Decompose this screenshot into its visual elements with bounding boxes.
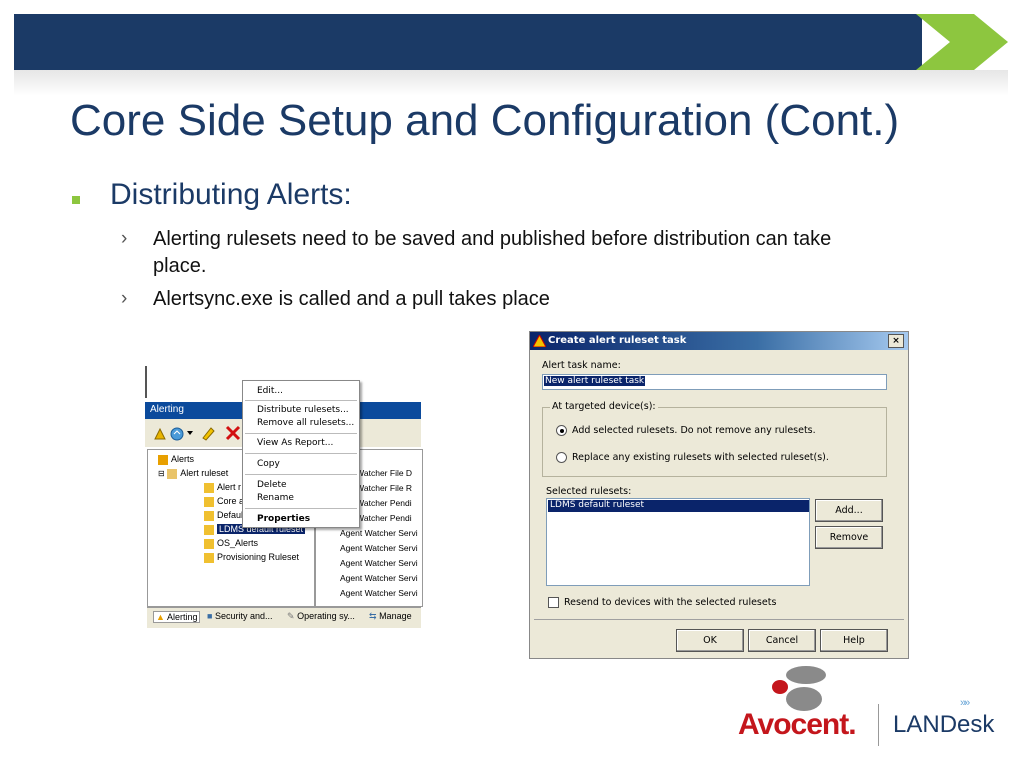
alerting-panel-title: Alerting	[150, 404, 184, 415]
menu-separator	[245, 508, 357, 509]
list-item[interactable]: Agent Watcher Servi	[340, 528, 418, 538]
collapse-toggle-icon[interactable]: ⊟	[158, 469, 165, 478]
menu-separator	[245, 400, 357, 401]
console-divider	[145, 366, 147, 398]
security-tab-icon: ■	[207, 611, 213, 621]
menu-separator	[245, 453, 357, 454]
console-tab-bar: ▲ Alerting ■ Security and... ✎ Operating…	[147, 607, 421, 628]
dropdown-arrow-icon[interactable]	[187, 430, 193, 436]
tab-alerting[interactable]: ▲ Alerting	[153, 611, 201, 623]
ruleset-icon	[204, 538, 214, 549]
ruleset-icon	[204, 524, 214, 535]
menu-item-properties[interactable]: Properties	[257, 514, 310, 524]
menu-item-edit[interactable]: Edit...	[257, 386, 283, 396]
ruleset-icon	[204, 510, 214, 521]
context-menu: Edit... Distribute rulesets... Remove al…	[242, 380, 360, 528]
manage-tab-icon: ⇆	[369, 611, 377, 621]
avocent-mark-icon	[772, 666, 826, 711]
radio-add-selected-label: Add selected rulesets. Do not remove any…	[572, 425, 816, 436]
add-button[interactable]: Add...	[815, 499, 883, 522]
dialog-divider	[534, 619, 904, 620]
tree-item-ruleset[interactable]: Defaul	[204, 510, 243, 521]
tree-item-ruleset[interactable]: Core a	[204, 496, 244, 507]
tree-item-ruleset[interactable]: OS_Alerts	[204, 538, 258, 549]
menu-item-distribute-rulesets[interactable]: Distribute rulesets...	[257, 405, 349, 415]
menu-separator	[245, 474, 357, 475]
task-name-field[interactable]: New alert ruleset task	[542, 374, 887, 390]
list-item[interactable]: Agent Watcher Servi	[340, 558, 418, 568]
avocent-logo: Avocent.	[738, 708, 857, 741]
resend-checkbox-label: Resend to devices with the selected rule…	[564, 597, 777, 608]
landesk-arrows-icon: »»	[960, 697, 970, 709]
menu-item-delete[interactable]: Delete	[257, 480, 287, 490]
new-ruleset-icon[interactable]	[153, 427, 167, 441]
ruleset-icon	[204, 552, 214, 563]
ruleset-icon	[204, 496, 214, 507]
menu-item-copy[interactable]: Copy	[257, 459, 280, 469]
delete-x-icon[interactable]	[225, 425, 241, 441]
edit-pencil-icon[interactable]	[200, 425, 216, 441]
green-chevron-icon	[916, 14, 1008, 70]
close-icon[interactable]: ×	[888, 334, 904, 348]
selected-rulesets-list[interactable]: LDMS default ruleset	[546, 498, 810, 586]
sub-bullet-1: Alerting rulesets need to be saved and p…	[153, 228, 832, 250]
wrench-icon: ✎	[287, 611, 295, 621]
ok-button[interactable]: OK	[676, 629, 744, 652]
radio-replace-existing[interactable]	[556, 452, 567, 463]
alerts-icon	[158, 454, 168, 465]
radio-add-selected[interactable]	[556, 425, 567, 436]
list-item[interactable]: Agent Watcher Servi	[340, 573, 418, 583]
refresh-icon[interactable]	[169, 426, 185, 442]
sub-bullet-marker: ›	[121, 288, 128, 309]
resend-checkbox[interactable]	[548, 597, 559, 608]
targeted-devices-group	[542, 407, 887, 477]
folder-icon	[167, 468, 178, 479]
bullet-distributing-alerts: Distributing Alerts:	[110, 178, 352, 211]
create-alert-ruleset-dialog: Create alert ruleset task × Alert task n…	[529, 331, 909, 659]
sub-bullet-1-cont: place.	[153, 255, 207, 277]
landesk-logo: LANDesk	[893, 711, 995, 738]
tree-item-ruleset[interactable]: Provisioning Ruleset	[204, 552, 299, 563]
menu-item-remove-all-rulesets[interactable]: Remove all rulesets...	[257, 418, 354, 428]
dialog-title: Create alert ruleset task	[548, 335, 687, 346]
menu-separator	[245, 433, 357, 434]
menu-item-rename[interactable]: Rename	[257, 493, 294, 503]
alert-triangle-icon	[533, 335, 546, 347]
tree-item-alerts[interactable]: Alerts	[158, 454, 194, 465]
list-item[interactable]: Agent Watcher Servi	[340, 588, 418, 598]
tab-security[interactable]: ■ Security and...	[207, 611, 272, 621]
cancel-button[interactable]: Cancel	[748, 629, 816, 652]
tab-manage[interactable]: ⇆ Manage	[369, 611, 412, 622]
tree-item-ruleset-folder[interactable]: ⊟ Alert ruleset	[158, 468, 228, 479]
menu-item-view-as-report[interactable]: View As Report...	[257, 438, 333, 448]
tab-operating-system[interactable]: ✎ Operating sy...	[287, 611, 355, 622]
sub-bullet-marker: ›	[121, 228, 128, 249]
remove-button[interactable]: Remove	[815, 526, 883, 549]
tree-item-ruleset[interactable]: Alert r	[204, 482, 241, 493]
help-button[interactable]: Help	[820, 629, 888, 652]
selected-rulesets-label: Selected rulesets:	[546, 486, 632, 497]
header-shadow	[14, 70, 1008, 96]
task-name-label: Alert task name:	[542, 360, 621, 371]
sub-bullet-2: Alertsync.exe is called and a pull takes…	[153, 288, 550, 310]
targeted-devices-label: At targeted device(s):	[550, 401, 658, 412]
header-banner	[14, 14, 922, 70]
radio-replace-existing-label: Replace any existing rulesets with selec…	[572, 452, 829, 463]
bullet-square-icon	[72, 196, 80, 204]
alerting-tab-icon: ▲	[156, 612, 165, 622]
logo-divider	[878, 704, 879, 746]
ruleset-icon	[204, 482, 214, 493]
slide-title: Core Side Setup and Configuration (Cont.…	[70, 96, 900, 145]
list-item[interactable]: Agent Watcher Servi	[340, 543, 418, 553]
list-item[interactable]: LDMS default ruleset	[548, 500, 809, 512]
dialog-titlebar: Create alert ruleset task ×	[530, 332, 908, 350]
